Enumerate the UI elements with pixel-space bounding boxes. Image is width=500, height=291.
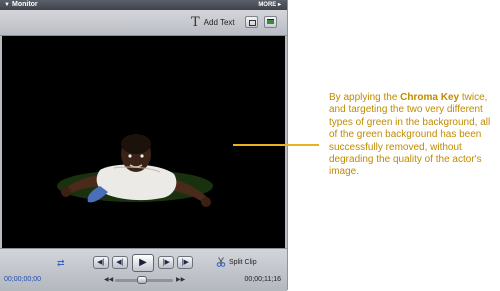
- collapse-arrow-icon[interactable]: ▼: [4, 0, 10, 10]
- callout-text-end: twice, and targeting the two very differ…: [329, 92, 491, 178]
- go-to-end-button[interactable]: |▶: [177, 256, 193, 269]
- add-text-button[interactable]: T Add Text: [191, 16, 235, 29]
- callout-text: By applying the Chroma Key twice, and ta…: [329, 92, 499, 179]
- more-button[interactable]: MORE ▸: [258, 0, 281, 10]
- split-clip-button[interactable]: Split Clip: [216, 257, 257, 267]
- shuttle-forward-icon: ▶▶: [176, 276, 186, 283]
- loop-icon: ⇄: [57, 258, 65, 268]
- safe-margin-icon: [249, 20, 256, 26]
- go-to-end-icon: |▶: [181, 258, 189, 266]
- monitor-titlebar: ▼ Monitor MORE ▸: [0, 0, 287, 10]
- callout-text-start: By applying the: [329, 92, 401, 103]
- split-clip-label: Split Clip: [229, 258, 257, 266]
- play-icon: ▶: [139, 257, 147, 268]
- step-back-button[interactable]: ◀|: [112, 256, 128, 269]
- play-button[interactable]: ▶: [132, 254, 154, 272]
- render-icon: [267, 19, 274, 24]
- callout-leader-line: [233, 144, 319, 146]
- text-tool-icon: T: [191, 15, 200, 30]
- panel-title: Monitor: [12, 1, 38, 8]
- step-forward-button[interactable]: |▶: [158, 256, 174, 269]
- current-timecode: 00;00;00;00: [4, 276, 41, 283]
- callout-bold-term: Chroma Key: [400, 92, 460, 103]
- go-to-start-icon: ◀|: [97, 258, 105, 266]
- shuttle-knob[interactable]: [137, 276, 147, 284]
- more-label: MORE: [258, 2, 277, 8]
- total-timecode: 00;00;11;16: [244, 276, 281, 283]
- add-text-label: Add Text: [203, 18, 235, 27]
- safe-margin-button[interactable]: [245, 16, 258, 28]
- video-preview[interactable]: [2, 36, 285, 274]
- shuttle-rewind-icon: ◀◀: [104, 276, 114, 283]
- step-forward-icon: |▶: [162, 258, 170, 266]
- actor-image: [57, 134, 213, 207]
- go-to-start-button[interactable]: ◀|: [93, 256, 109, 269]
- loop-button[interactable]: ⇄: [57, 258, 65, 269]
- render-button[interactable]: [264, 16, 277, 28]
- monitor-toolbar: T Add Text: [0, 10, 287, 36]
- scissors-icon: [216, 257, 226, 267]
- step-back-icon: ◀|: [116, 258, 124, 266]
